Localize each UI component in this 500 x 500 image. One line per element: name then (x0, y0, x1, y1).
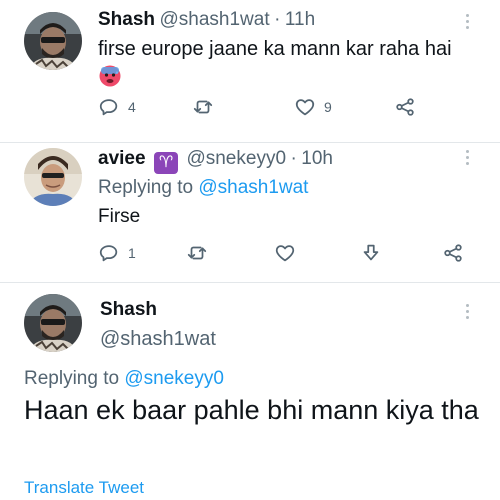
share-button[interactable] (442, 242, 464, 264)
tweet-text: Firse (98, 206, 141, 227)
reply-button[interactable]: 1 (98, 242, 136, 264)
retweet-icon (193, 100, 213, 114)
more-options-icon[interactable] (466, 14, 472, 29)
separator-dot: · (290, 148, 297, 169)
tweet-text: firse europe jaane ka mann kar raha hai (98, 38, 452, 60)
replying-to: Replying to @snekeyy0 (24, 368, 224, 390)
heart-icon (275, 245, 295, 262)
download-button[interactable] (360, 242, 382, 264)
tweet-focused[interactable]: Shash @shash1wat Replying to @snekeyy0 H… (0, 282, 500, 500)
retweet-icon (187, 246, 207, 260)
more-options-icon[interactable] (466, 304, 472, 319)
share-icon (396, 98, 414, 116)
replying-to: Replying to @shash1wat (98, 177, 308, 199)
author-handle[interactable]: @shash1wat (100, 328, 216, 351)
retweet-button[interactable] (186, 242, 208, 264)
like-count: 9 (324, 99, 332, 115)
timestamp[interactable]: 10h (301, 148, 333, 169)
reply-count: 1 (128, 245, 136, 261)
author-handle[interactable]: @snekeyy0 (186, 148, 286, 169)
tweet-reply[interactable]: aviee ♈ @snekeyy0 · 10h Replying to @sha… (0, 142, 500, 282)
download-arrow-icon (363, 244, 379, 261)
timestamp[interactable]: 11h (285, 9, 315, 30)
share-icon (444, 244, 462, 262)
heart-icon (295, 99, 315, 116)
replying-to-handle[interactable]: @snekeyy0 (124, 368, 224, 389)
author-handle[interactable]: @shash1wat (159, 9, 269, 30)
replying-to-handle[interactable]: @shash1wat (198, 177, 308, 198)
author-name[interactable]: aviee (98, 148, 146, 169)
separator-dot: · (274, 9, 281, 30)
replying-to-label: Replying to (24, 368, 120, 389)
replying-to-label: Replying to (98, 177, 194, 198)
more-options-icon[interactable] (466, 150, 472, 165)
author-name[interactable]: Shash (100, 299, 157, 321)
translate-tweet-link[interactable]: Translate Tweet (24, 478, 144, 498)
reply-count: 4 (128, 99, 136, 115)
author-name[interactable]: Shash (98, 9, 155, 30)
tweet-original[interactable]: Shash @shash1wat · 11h firse europe jaan… (0, 0, 500, 142)
reply-icon (99, 245, 118, 262)
tweet-text: Haan ek baar pahle bhi mann kiya tha (24, 395, 479, 425)
like-button[interactable]: 9 (294, 96, 332, 118)
like-button[interactable] (274, 242, 296, 264)
avatar[interactable] (24, 294, 82, 352)
reply-button[interactable]: 4 (98, 96, 136, 118)
retweet-button[interactable] (192, 96, 214, 118)
avatar[interactable] (24, 148, 82, 206)
avatar[interactable] (24, 12, 82, 70)
share-button[interactable] (394, 96, 416, 118)
aries-emoji-icon: ♈ (154, 152, 178, 174)
sweating-face-emoji-icon (98, 64, 122, 93)
reply-icon (99, 99, 118, 116)
